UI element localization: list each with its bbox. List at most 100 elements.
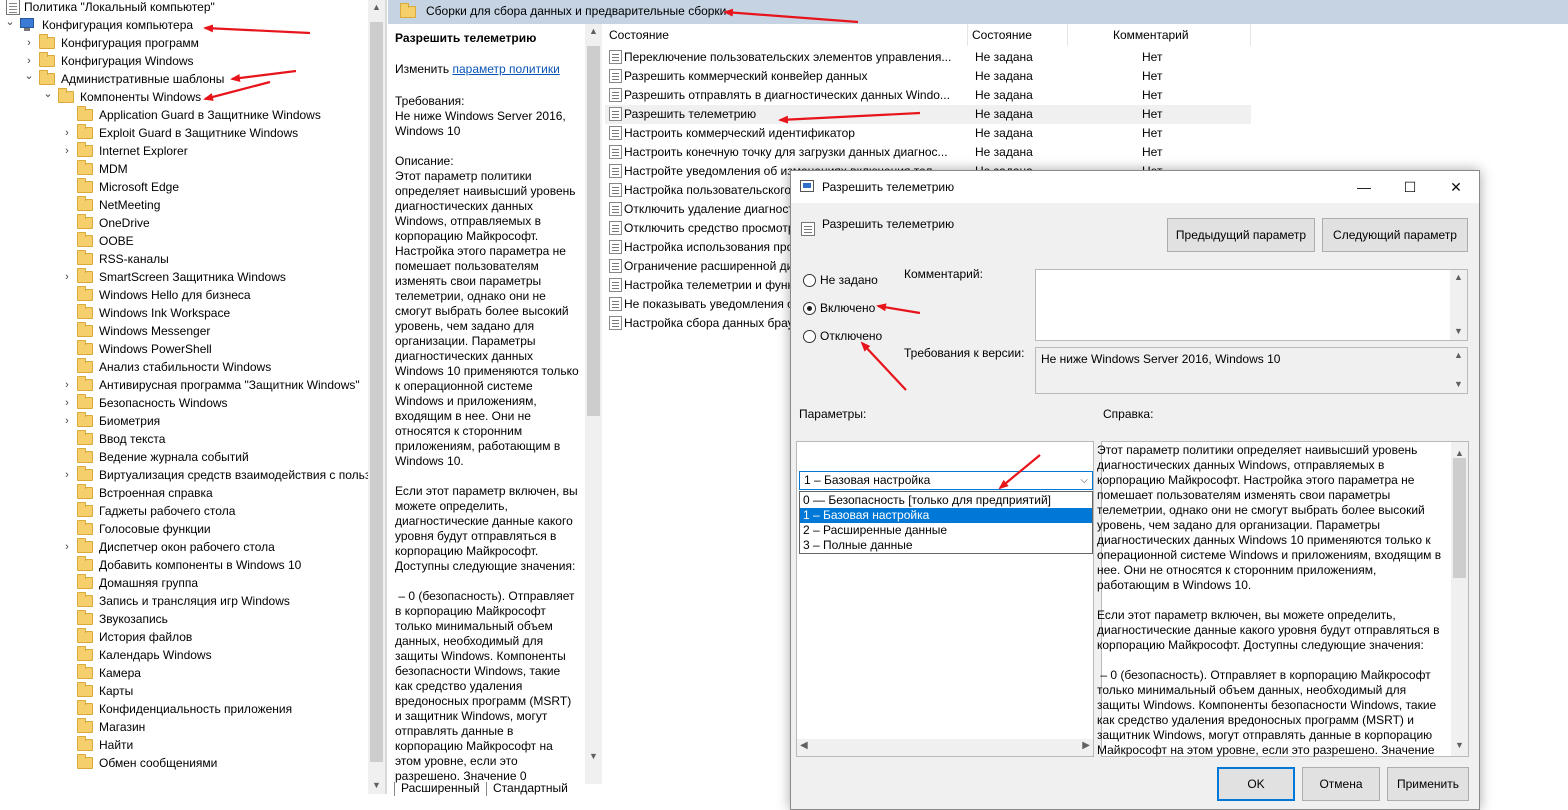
tree-item[interactable]: OOBE bbox=[0, 232, 368, 250]
next-setting-button[interactable]: Следующий параметр bbox=[1322, 218, 1468, 252]
policy-row[interactable]: Разрешить телеметрию Не задана Нет bbox=[605, 105, 1251, 124]
comment-field[interactable] bbox=[1035, 269, 1468, 341]
tree-item[interactable]: Application Guard в Защитнике Windows bbox=[0, 106, 368, 124]
option-security[interactable]: 0 — Безопасность [только для предприятий… bbox=[800, 493, 1092, 508]
column-header-comment[interactable]: Комментарий bbox=[1113, 28, 1189, 42]
chevron-right-icon[interactable]: › bbox=[23, 34, 35, 52]
policy-row[interactable]: Разрешить коммерческий конвейер данных Не… bbox=[605, 67, 1251, 86]
scroll-down-arrow[interactable]: ▼ bbox=[1450, 379, 1467, 389]
chevron-right-icon[interactable]: › bbox=[61, 124, 73, 142]
scroll-up-arrow[interactable]: ▲ bbox=[1451, 448, 1468, 458]
tree-item[interactable]: › Диспетчер окон рабочего стола bbox=[0, 538, 368, 556]
tree-item[interactable]: Магазин bbox=[0, 718, 368, 736]
comment-scrollbar[interactable]: ▲ ▼ bbox=[1450, 270, 1467, 340]
scroll-up-arrow[interactable]: ▲ bbox=[1450, 272, 1467, 282]
requirements-scrollbar[interactable]: ▲ ▼ bbox=[1450, 348, 1467, 393]
chevron-down-icon[interactable]: ⌄ bbox=[4, 13, 16, 31]
scroll-down-arrow[interactable]: ▼ bbox=[1451, 740, 1468, 750]
scroll-up-arrow[interactable]: ▲ bbox=[368, 2, 385, 12]
pane-splitter[interactable] bbox=[385, 0, 387, 794]
tree-item[interactable]: Обмен сообщениями bbox=[0, 754, 368, 772]
chevron-right-icon[interactable]: › bbox=[61, 394, 73, 412]
scroll-down-arrow[interactable]: ▼ bbox=[585, 751, 602, 761]
params-hscrollbar[interactable]: ◀ ▶ bbox=[797, 739, 1093, 756]
tree-item[interactable]: Найти bbox=[0, 736, 368, 754]
scroll-up-arrow[interactable]: ▲ bbox=[585, 26, 602, 36]
tree-item[interactable]: Windows PowerShell bbox=[0, 340, 368, 358]
previous-setting-button[interactable]: Предыдущий параметр bbox=[1167, 218, 1315, 252]
scroll-thumb[interactable] bbox=[1453, 458, 1466, 578]
tree-scrollbar[interactable]: ▲ ▼ bbox=[368, 0, 385, 794]
tree-item[interactable]: › Виртуализация средств взаимодействия с … bbox=[0, 466, 370, 484]
scroll-thumb[interactable] bbox=[587, 46, 600, 416]
tree-item[interactable]: › Конфигурация программ bbox=[0, 34, 368, 52]
option-basic[interactable]: 1 – Базовая настройка bbox=[800, 508, 1092, 523]
tree-item[interactable]: NetMeeting bbox=[0, 196, 368, 214]
tree-item[interactable]: › Биометрия bbox=[0, 412, 368, 430]
scroll-right-arrow[interactable]: ▶ bbox=[1082, 740, 1090, 751]
maximize-icon[interactable]: ☐ bbox=[1387, 171, 1433, 203]
telemetry-level-combobox[interactable]: 1 – Базовая настройка ⌵ bbox=[799, 471, 1093, 490]
tree-item[interactable]: Windows Hello для бизнеса bbox=[0, 286, 368, 304]
tree-item[interactable]: MDM bbox=[0, 160, 368, 178]
tree-item[interactable]: Встроенная справка bbox=[0, 484, 368, 502]
edit-policy-link[interactable]: параметр политики bbox=[452, 62, 559, 76]
tree-item[interactable]: Домашняя группа bbox=[0, 574, 368, 592]
scroll-down-arrow[interactable]: ▼ bbox=[1450, 326, 1467, 336]
tree-item[interactable]: › Internet Explorer bbox=[0, 142, 368, 160]
chevron-right-icon[interactable]: › bbox=[61, 412, 73, 430]
tree-item[interactable]: Конфиденциальность приложения bbox=[0, 700, 368, 718]
radio-not-set[interactable] bbox=[803, 274, 816, 287]
radio-disabled[interactable] bbox=[803, 330, 816, 343]
apply-button[interactable]: Применить bbox=[1387, 767, 1469, 801]
chevron-down-icon[interactable]: ⌄ bbox=[42, 85, 54, 103]
chevron-right-icon[interactable]: › bbox=[61, 376, 73, 394]
chevron-down-icon[interactable]: ⌄ bbox=[23, 67, 35, 85]
policy-row[interactable]: Настроить конечную точку для загрузки да… bbox=[605, 143, 1251, 162]
policy-row[interactable]: Переключение пользовательских элементов … bbox=[605, 48, 1251, 67]
help-scrollbar[interactable]: ▲ ▼ bbox=[1451, 442, 1468, 756]
chevron-down-icon[interactable]: ⌵ bbox=[1080, 472, 1088, 489]
tree-item[interactable]: ⌄ Компоненты Windows bbox=[0, 88, 368, 106]
tree-item[interactable]: Политика "Локальный компьютер" bbox=[0, 0, 368, 16]
dialog-titlebar[interactable]: Разрешить телеметрию — ☐ ✕ bbox=[791, 171, 1479, 203]
policy-row[interactable]: Разрешить отправлять в диагностических д… bbox=[605, 86, 1251, 105]
cancel-button[interactable]: Отмена bbox=[1302, 767, 1380, 801]
tree-item[interactable]: Гаджеты рабочего стола bbox=[0, 502, 368, 520]
tree-item[interactable]: RSS-каналы bbox=[0, 250, 368, 268]
tree-item[interactable]: › Конфигурация Windows bbox=[0, 52, 368, 70]
close-icon[interactable]: ✕ bbox=[1433, 171, 1479, 203]
column-divider[interactable] bbox=[1250, 24, 1251, 46]
tree-item[interactable]: › Безопасность Windows bbox=[0, 394, 368, 412]
scroll-thumb[interactable] bbox=[370, 22, 383, 762]
tree-item[interactable]: Windows Ink Workspace bbox=[0, 304, 368, 322]
tree-item[interactable]: Ввод текста bbox=[0, 430, 368, 448]
chevron-right-icon[interactable]: › bbox=[61, 466, 73, 484]
column-divider[interactable] bbox=[967, 24, 968, 46]
tree-item[interactable]: Камера bbox=[0, 664, 368, 682]
column-header-setting[interactable]: Состояние bbox=[609, 28, 669, 42]
description-scrollbar[interactable]: ▲ ▼ bbox=[585, 24, 602, 784]
column-header-state[interactable]: Состояние bbox=[972, 28, 1032, 42]
tree-item[interactable]: Звукозапись bbox=[0, 610, 368, 628]
column-divider[interactable] bbox=[1067, 24, 1068, 46]
option-enhanced[interactable]: 2 – Расширенные данные bbox=[800, 523, 1092, 538]
tree-item[interactable]: Microsoft Edge bbox=[0, 178, 368, 196]
tree-item[interactable]: Анализ стабильности Windows bbox=[0, 358, 368, 376]
tree-item[interactable]: › Exploit Guard в Защитнике Windows bbox=[0, 124, 368, 142]
chevron-right-icon[interactable]: › bbox=[61, 142, 73, 160]
tree-item[interactable]: Запись и трансляция игр Windows bbox=[0, 592, 368, 610]
chevron-right-icon[interactable]: › bbox=[61, 268, 73, 286]
chevron-right-icon[interactable]: › bbox=[61, 538, 73, 556]
tree-item[interactable]: Ведение журнала событий bbox=[0, 448, 368, 466]
radio-enabled[interactable] bbox=[803, 302, 816, 315]
ok-button[interactable]: OK bbox=[1217, 767, 1295, 801]
scroll-left-arrow[interactable]: ◀ bbox=[800, 740, 808, 751]
scroll-up-arrow[interactable]: ▲ bbox=[1450, 350, 1467, 360]
tree-item[interactable]: › Антивирусная программа "Защитник Window… bbox=[0, 376, 368, 394]
policy-row[interactable]: Настроить коммерческий идентификатор Не з… bbox=[605, 124, 1251, 143]
option-full[interactable]: 3 – Полные данные bbox=[800, 538, 1092, 553]
tree-item[interactable]: OneDrive bbox=[0, 214, 368, 232]
tree-item[interactable]: Добавить компоненты в Windows 10 bbox=[0, 556, 368, 574]
tree-item[interactable]: ⌄ Конфигурация компьютера bbox=[0, 16, 368, 34]
